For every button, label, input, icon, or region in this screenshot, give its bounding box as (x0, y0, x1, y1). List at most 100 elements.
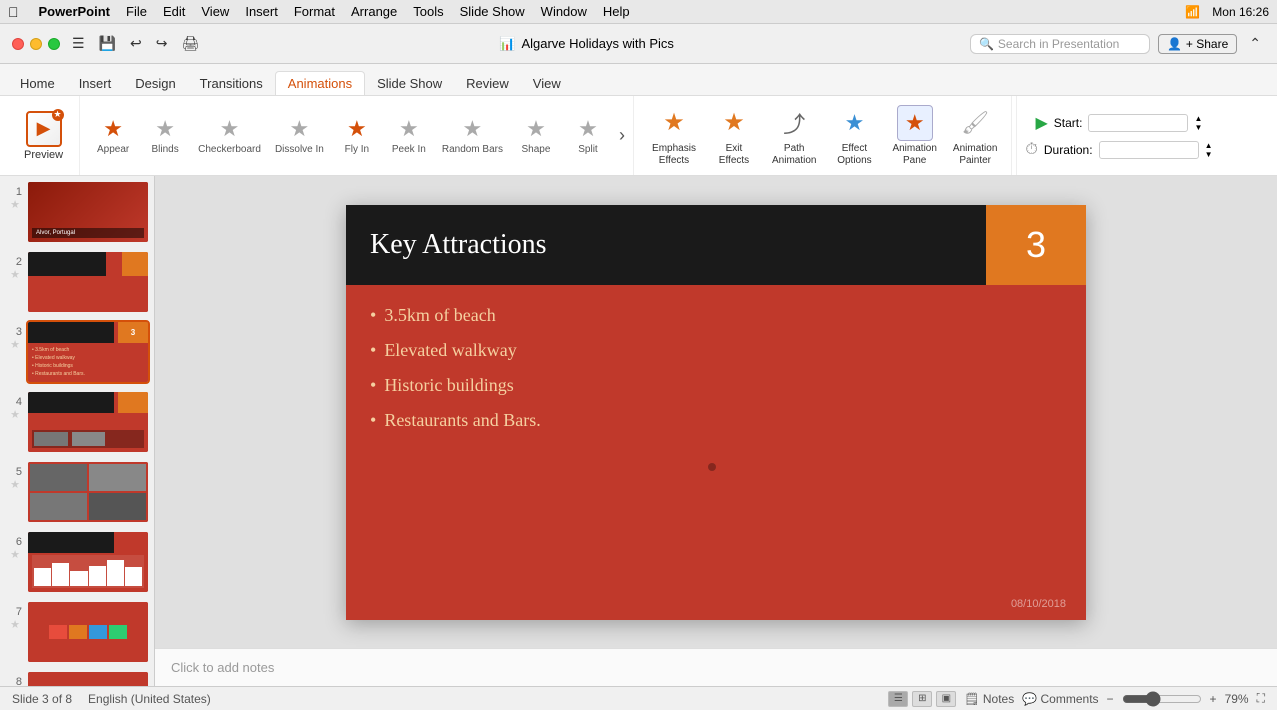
close-button[interactable] (12, 38, 24, 50)
menu-wifi-icon: 📶 (1185, 5, 1200, 19)
menu-arrange[interactable]: Arrange (351, 4, 397, 19)
plus-zoom-button[interactable]: + (1210, 692, 1217, 706)
tab-transitions[interactable]: Transitions (188, 72, 275, 95)
tab-insert[interactable]: Insert (67, 72, 124, 95)
menu-view[interactable]: View (201, 4, 229, 19)
blinds-icon: ★ (155, 116, 175, 142)
anim-split[interactable]: ★ Split (563, 112, 613, 159)
more-animations-button[interactable]: › (615, 125, 629, 146)
slide-thumb-2[interactable]: 2 ★ (4, 250, 150, 314)
slide-thumb-3[interactable]: 3 ★ 3 • 3.5km of beach• Elevated walkway… (4, 320, 150, 384)
play-icon: ▶ (1035, 113, 1047, 133)
effect-options-icon: ★ (836, 105, 872, 141)
status-bar: Slide 3 of 8 English (United States) ☰ ⊞… (0, 686, 1277, 710)
anim-shape[interactable]: ★ Shape (511, 112, 561, 159)
share-icon: 👤 (1167, 37, 1182, 51)
anim-flyin[interactable]: ★ Fly In (332, 112, 382, 159)
notes-area[interactable]: Click to add notes (155, 648, 1277, 686)
emphasis-effects-button[interactable]: ★ EmphasisEffects (646, 101, 702, 171)
comments-status-button[interactable]: 💬 Comments (1022, 692, 1098, 706)
print-button[interactable]: 🖨 (177, 33, 203, 54)
effect-options-button[interactable]: ★ EffectOptions (826, 101, 882, 171)
path-animation-button[interactable]: ⤴ PathAnimation (766, 101, 822, 171)
search-bar[interactable]: 🔍 Search in Presentation (970, 34, 1150, 54)
exit-effects-button[interactable]: ★ ExitEffects (706, 101, 762, 171)
tab-view[interactable]: View (521, 72, 573, 95)
flyin-label: Fly In (345, 144, 369, 155)
menu-tools[interactable]: Tools (413, 4, 443, 19)
animation-painter-button[interactable]: 🖌 AnimationPainter (947, 101, 1003, 171)
duration-label: Duration: (1044, 143, 1093, 157)
animation-pane-button[interactable]: ★ AnimationPane (886, 101, 942, 171)
minus-zoom-button[interactable]: − (1107, 692, 1114, 706)
slide-img-1[interactable]: Alvor, Portugal (28, 182, 148, 242)
slide-thumb-5[interactable]: 5 ★ (4, 460, 150, 524)
emphasis-label: EmphasisEffects (652, 143, 696, 167)
tab-animations[interactable]: Animations (275, 71, 365, 95)
menu-slideshow[interactable]: Slide Show (460, 4, 525, 19)
slide-title: Key Attractions (370, 229, 547, 261)
tab-review[interactable]: Review (454, 72, 521, 95)
slide-thumb-1[interactable]: 1 ★ Alvor, Portugal (4, 180, 150, 244)
search-placeholder: Search in Presentation (998, 37, 1119, 51)
slide-info: Slide 3 of 8 (12, 692, 72, 706)
start-input[interactable] (1088, 114, 1188, 132)
bullet-text-3: Historic buildings (384, 375, 514, 396)
preview-badge: ★ (52, 109, 64, 121)
tab-design[interactable]: Design (123, 72, 187, 95)
appear-icon: ★ (103, 116, 123, 142)
collapse-button[interactable]: ⌃ (1245, 33, 1265, 54)
slide-fav-3: ★ (10, 338, 20, 351)
slide-img-8[interactable]: END (28, 672, 148, 686)
anim-dissolvein[interactable]: ★ Dissolve In (269, 112, 330, 159)
slide-main[interactable]: Key Attractions 3 • 3.5km of beach • Ele… (346, 205, 1086, 620)
maximize-button[interactable] (48, 38, 60, 50)
slide-img-7[interactable] (28, 602, 148, 662)
anim-checkerboard[interactable]: ★ Checkerboard (192, 112, 267, 159)
menu-format[interactable]: Format (294, 4, 335, 19)
slide-thumb-7[interactable]: 7 ★ (4, 600, 150, 664)
slide-thumb-4[interactable]: 4 ★ (4, 390, 150, 454)
slide-fav-1: ★ (10, 198, 20, 211)
anim-peekin[interactable]: ★ Peek In (384, 112, 434, 159)
menu-insert[interactable]: Insert (245, 4, 278, 19)
preview-button[interactable]: ▶ ★ Preview (16, 107, 71, 165)
slide-img-6[interactable] (28, 532, 148, 592)
slideshow-view-button[interactable]: ▣ (936, 691, 956, 707)
duration-stepper[interactable]: ▲▼ (1205, 141, 1213, 159)
share-button[interactable]: 👤 + Share (1158, 34, 1237, 54)
tab-home[interactable]: Home (8, 72, 67, 95)
duration-input[interactable] (1099, 141, 1199, 159)
undo-button[interactable]: ↩ (126, 33, 146, 54)
start-stepper[interactable]: ▲▼ (1194, 114, 1202, 132)
slide-img-5[interactable] (28, 462, 148, 522)
slide-thumb-8[interactable]: 8 ★ END (4, 670, 150, 686)
slide-thumb-6[interactable]: 6 ★ (4, 530, 150, 594)
peekin-label: Peek In (392, 144, 426, 155)
anim-blinds[interactable]: ★ Blinds (140, 112, 190, 159)
zoom-slider[interactable] (1122, 691, 1202, 707)
notes-status-button[interactable]: 🗒 Notes (964, 692, 1014, 706)
anim-appear[interactable]: ★ Appear (88, 112, 138, 159)
toolbar-right: 🔍 Search in Presentation 👤 + Share ⌃ (970, 33, 1265, 54)
slide-img-4[interactable] (28, 392, 148, 452)
clock-icon: ⏱ (1025, 141, 1037, 159)
menu-help[interactable]: Help (603, 4, 630, 19)
menu-window[interactable]: Window (541, 4, 587, 19)
anim-randombars[interactable]: ★ Random Bars (436, 112, 509, 159)
menu-edit[interactable]: Edit (163, 4, 185, 19)
slide-img-2[interactable] (28, 252, 148, 312)
normal-view-button[interactable]: ☰ (888, 691, 908, 707)
bullet-marker-4: • (370, 410, 376, 431)
menu-file[interactable]: File (126, 4, 147, 19)
sidebar-toggle-button[interactable]: ☰ (68, 33, 89, 54)
tab-slideshow[interactable]: Slide Show (365, 72, 454, 95)
slide-num-3: 3 (8, 326, 22, 338)
fit-slide-button[interactable]: ⛶ (1257, 691, 1265, 706)
emphasis-icon: ★ (656, 105, 692, 141)
save-button[interactable]: 💾 (95, 33, 120, 54)
slide-img-3[interactable]: 3 • 3.5km of beach• Elevated walkway• Hi… (28, 322, 148, 382)
redo-button[interactable]: ↪ (152, 33, 172, 54)
minimize-button[interactable] (30, 38, 42, 50)
grid-view-button[interactable]: ⊞ (912, 691, 932, 707)
